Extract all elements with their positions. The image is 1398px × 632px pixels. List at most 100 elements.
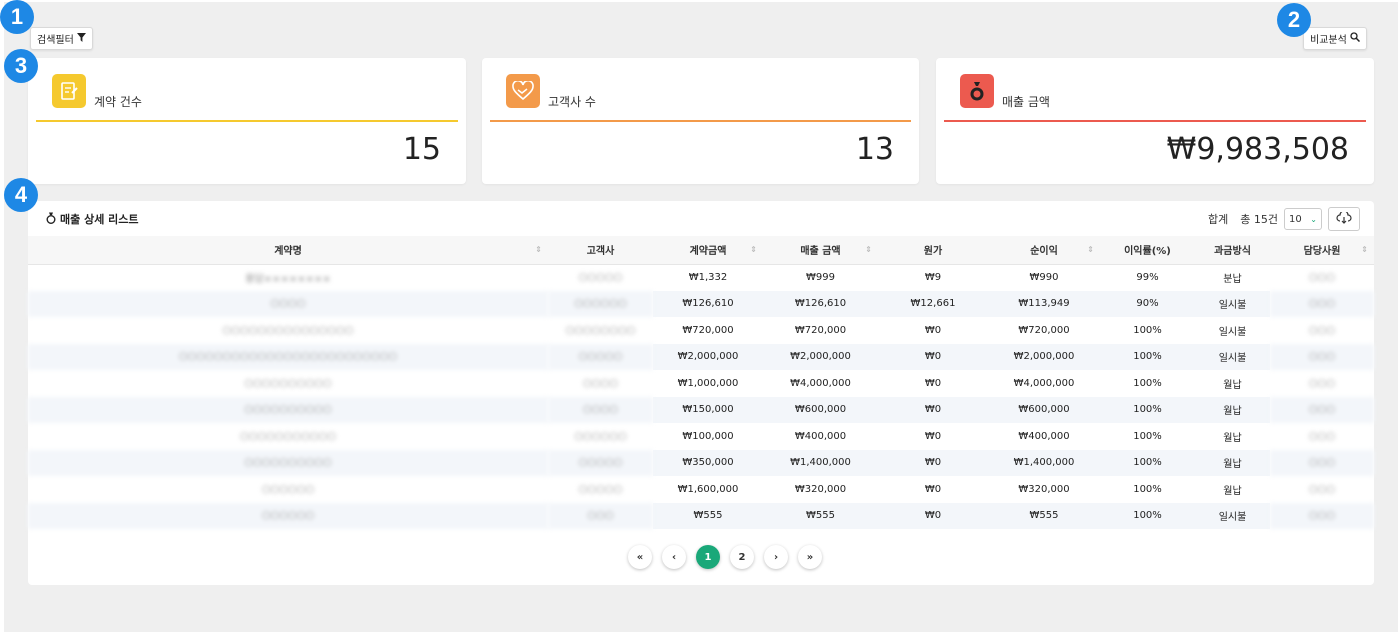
table-cell: ₩1,600,000: [677, 483, 739, 495]
table-cell: ₩126,610: [763, 290, 878, 317]
table-cell: 100%: [1100, 502, 1195, 529]
table-cell: ₩0: [878, 502, 988, 529]
page-button-1[interactable]: 1: [696, 545, 720, 569]
handshake-icon: [506, 74, 540, 108]
table-cell: ○○○○○○○○○○: [28, 449, 548, 476]
download-button[interactable]: [1328, 207, 1360, 231]
table-cell: ₩4,000,000: [790, 377, 851, 389]
table-row[interactable]: ○○○○○○○○○○○○○○○ ○○○○○○○○ ₩720,000 ₩720,000 ₩…: [28, 317, 1374, 344]
sum-label: 합계: [1208, 213, 1229, 226]
column-header[interactable]: 계약금액 ⇕: [653, 236, 763, 265]
panel-title: 매출 상세 리스트: [46, 211, 139, 227]
table-cell: ○○○: [1270, 449, 1374, 476]
filter-icon: [76, 32, 86, 45]
card-divider: [36, 120, 458, 122]
compare-analysis-button[interactable]: 비교분석: [1303, 27, 1367, 50]
table-cell: 100%: [1133, 377, 1162, 389]
table-cell: ○○○: [1308, 377, 1336, 389]
table-cell: ○○○: [1308, 324, 1336, 336]
next-page-button[interactable]: ›: [764, 545, 788, 569]
table-cell: ○○○○○○: [574, 430, 627, 442]
client-count-value: 13: [855, 132, 894, 167]
compare-analysis-label: 비교분석: [1310, 35, 1347, 46]
table-cell: ○○○○: [28, 290, 548, 317]
contract-icon: [52, 74, 86, 108]
sales-table: 계약명 ⇕ 고객사 계약금액 ⇕ 매출 금액 ⇕ 원가 순이익 ⇕ 이익률(%) 과금방…: [28, 236, 1374, 529]
table-row[interactable]: ○○○○○○ ○○○○○ ₩1,600,000 ₩320,000 ₩0 ₩320,000 1…: [28, 476, 1374, 503]
table-cell: ○○○○: [548, 396, 653, 423]
table-cell: ○○○: [1270, 396, 1374, 423]
column-header: 이익률(%): [1100, 236, 1195, 265]
sort-icon[interactable]: ⇕: [865, 245, 872, 254]
table-row[interactable]: ○○○○ ○○○○○○ ₩126,610 ₩126,610 ₩12,661 ₩113,94…: [28, 290, 1374, 317]
table-row[interactable]: ○○○○○○○○○○○○○○○○○○○○○○○○○ ○○○○○ ₩2,000,000…: [28, 343, 1374, 370]
marker-3: 3: [4, 49, 38, 83]
table-cell: ₩720,000: [682, 324, 734, 336]
contract-count-label: 계약 건수: [94, 95, 142, 109]
table-cell: ₩400,000: [794, 430, 847, 442]
column-header[interactable]: 순이익 ⇕: [988, 236, 1100, 265]
table-header-row: 계약명 ⇕ 고객사 계약금액 ⇕ 매출 금액 ⇕ 원가 순이익 ⇕ 이익률(%) 과금방…: [28, 236, 1374, 265]
table-cell: ○○○○○: [548, 449, 653, 476]
table-cell: ₩350,000: [653, 449, 763, 476]
table-row[interactable]: 용담×××××××× ○○○○○ ₩1,332 ₩999 ₩9 ₩990 99% 분납 ○○○: [28, 264, 1374, 291]
table-row[interactable]: ○○○○○○○○○○○ ○○○○○○ ₩100,000 ₩400,000 ₩0 ₩400,…: [28, 423, 1374, 450]
column-header: 과금방식: [1195, 236, 1270, 265]
table-cell: 100%: [1100, 449, 1195, 476]
table-row[interactable]: ○○○○○○ ○○○ ₩555 ₩555 ₩0 ₩555 100% 일시불 ○○○: [28, 502, 1374, 529]
table-cell: 100%: [1133, 324, 1162, 336]
search-filter-button[interactable]: 검색필터: [30, 27, 93, 50]
table-cell: ₩0: [924, 430, 942, 442]
prev-page-button[interactable]: ‹: [662, 545, 686, 569]
page-size-value: 10: [1289, 213, 1302, 225]
table-cell: ₩100,000: [682, 430, 734, 442]
table-cell: 100%: [1100, 396, 1195, 423]
table-cell: ₩4,000,000: [1013, 377, 1075, 389]
table-cell: 100%: [1133, 483, 1162, 495]
column-header: 고객사: [548, 236, 653, 265]
sort-icon[interactable]: ⇕: [535, 245, 542, 254]
table-cell: ₩1,400,000: [763, 449, 878, 476]
table-cell: ₩12,661: [878, 290, 988, 317]
page-size-select[interactable]: 10 ⌄: [1284, 208, 1322, 230]
column-header: 원가: [878, 236, 988, 265]
table-cell: 100%: [1133, 430, 1162, 442]
sales-amount-card: 매출 금액 ₩9,983,508: [936, 58, 1374, 184]
table-cell: ○○○○○○○○○○○○○○○: [222, 324, 354, 336]
table-cell: ₩126,610: [653, 290, 763, 317]
last-page-button[interactable]: »: [798, 545, 822, 569]
column-header[interactable]: 계약명 ⇕: [28, 236, 548, 265]
column-header[interactable]: 매출 금액 ⇕: [763, 236, 878, 265]
page-button-2[interactable]: 2: [730, 545, 754, 569]
marker-4: 4: [4, 178, 38, 212]
table-cell: 분납: [1223, 274, 1242, 285]
table-cell: ₩600,000: [763, 396, 878, 423]
table-cell: ₩555: [988, 502, 1100, 529]
table-cell: ○○○○○: [578, 272, 623, 283]
sales-amount-label: 매출 금액: [1002, 95, 1050, 109]
table-cell: ₩0: [924, 483, 942, 495]
table-row[interactable]: ○○○○○○○○○○ ○○○○ ₩1,000,000 ₩4,000,000 ₩0 ₩4,0…: [28, 370, 1374, 397]
client-count-label: 고객사 수: [548, 95, 596, 109]
table-cell: ○○○: [1270, 343, 1374, 370]
table-cell: ₩1,000,000: [677, 377, 739, 389]
pagination: « ‹ 1 2 › »: [628, 545, 822, 569]
sort-icon[interactable]: ⇕: [1087, 245, 1094, 254]
table-cell: ₩0: [924, 324, 942, 336]
table-cell: ₩9: [924, 272, 942, 283]
sort-icon[interactable]: ⇕: [1361, 245, 1368, 254]
table-cell: 일시불: [1195, 343, 1270, 370]
table-cell: 일시불: [1195, 502, 1270, 529]
table-row[interactable]: ○○○○○○○○○○ ○○○○ ₩150,000 ₩600,000 ₩0 ₩600,000…: [28, 396, 1374, 423]
table-cell: 일시불: [1195, 290, 1270, 317]
sort-icon[interactable]: ⇕: [750, 245, 757, 254]
table-cell: ₩600,000: [988, 396, 1100, 423]
table-cell: ○○○○○: [578, 483, 623, 495]
column-header[interactable]: 담당사원 ⇕: [1270, 236, 1374, 265]
first-page-button[interactable]: «: [628, 545, 652, 569]
table-cell: ₩990: [1029, 272, 1059, 283]
table-cell: 100%: [1100, 343, 1195, 370]
table-row[interactable]: ○○○○○○○○○○ ○○○○○ ₩350,000 ₩1,400,000 ₩0 ₩1,40…: [28, 449, 1374, 476]
table-cell: ₩320,000: [1018, 483, 1070, 495]
total-count: 총 15건: [1240, 213, 1278, 226]
